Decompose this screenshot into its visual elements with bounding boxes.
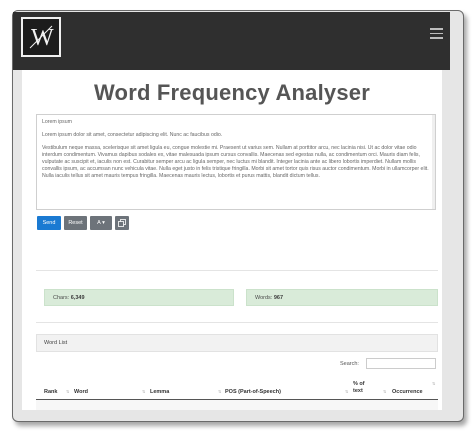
search-input[interactable]	[366, 358, 436, 369]
sort-icon: ⇅	[218, 389, 222, 394]
navbar: W	[13, 12, 450, 70]
main-content: Word Frequency Analyser Lorem ipsum Lore…	[22, 70, 442, 410]
column-header-pos[interactable]: POS (Part-of-Speech)	[225, 389, 281, 396]
font-size-dropdown[interactable]: A ▾	[90, 216, 112, 230]
page-title: Word Frequency Analyser	[93, 80, 370, 105]
sort-icon: ⇅	[432, 381, 436, 386]
text-paragraph: Vestibulum neque massa, scelerisque sit …	[42, 145, 429, 179]
words-stat: Words: 967	[246, 289, 438, 306]
divider	[36, 322, 438, 323]
hamburger-menu-icon[interactable]	[430, 28, 443, 42]
words-label: Words:	[255, 295, 273, 301]
chars-value: 6,349	[70, 295, 85, 301]
text-paragraph: Lorem ipsum	[42, 119, 72, 125]
search-label: Search:	[340, 361, 359, 367]
reset-button[interactable]: Reset	[64, 216, 87, 230]
column-header-lemma[interactable]: Lemma	[150, 389, 169, 396]
column-header-word[interactable]: Word	[74, 389, 88, 396]
divider	[36, 270, 438, 271]
column-header-rank[interactable]: Rank	[44, 389, 57, 396]
sort-icon: ⇅	[345, 389, 349, 394]
column-header-occurrence[interactable]: Occurrence	[392, 389, 423, 396]
text-paragraph: Lorem ipsum dolor sit amet, consectetur …	[42, 132, 223, 138]
copy-icon	[118, 219, 126, 227]
sort-icon: ⇅	[383, 389, 387, 394]
copy-button[interactable]	[115, 216, 129, 230]
word-list-header: Word List	[36, 334, 438, 352]
sort-icon: ⇅	[66, 389, 70, 394]
send-button[interactable]: Send	[37, 216, 61, 230]
logo-w-icon: W	[29, 25, 54, 51]
chars-stat: Chars: 6,349	[44, 289, 234, 306]
logo[interactable]: W	[21, 17, 61, 57]
table-row[interactable]	[36, 400, 438, 410]
words-value: 967	[273, 295, 284, 301]
textarea-scrollbar[interactable]	[432, 115, 435, 209]
sort-icon: ⇅	[142, 389, 146, 394]
text-input-area[interactable]: Lorem ipsum Lorem ipsum dolor sit amet, …	[36, 114, 436, 210]
column-header-percent[interactable]: % of text	[353, 381, 375, 395]
svg-text:W: W	[31, 25, 54, 51]
chars-label: Chars:	[53, 295, 70, 301]
